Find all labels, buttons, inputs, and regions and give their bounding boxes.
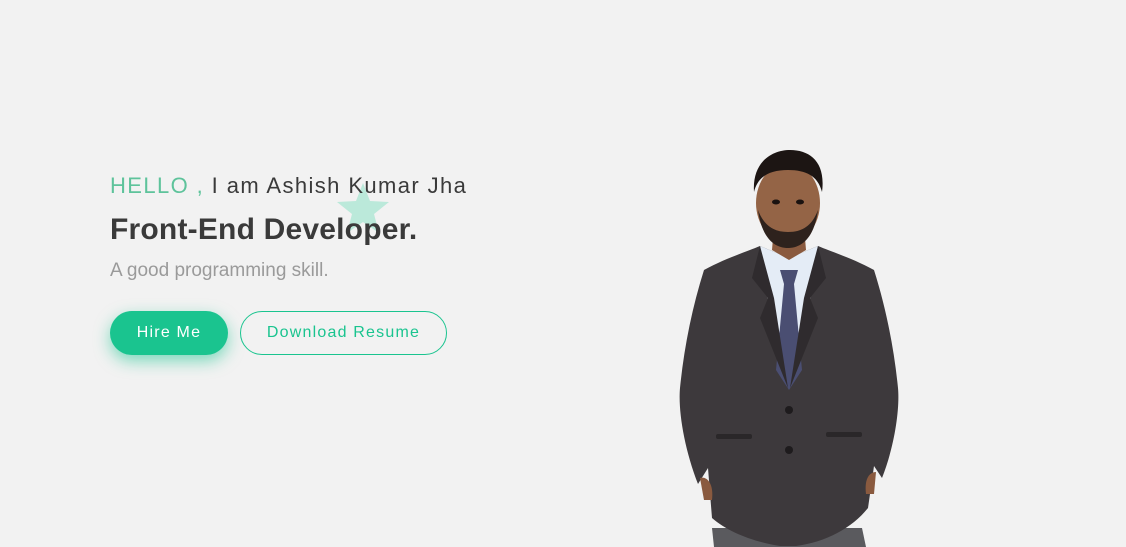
- tagline: A good programming skill.: [110, 260, 329, 281]
- profile-photo: [679, 150, 899, 547]
- greeting-line: HELLO , I am Ashish Kumar Jha: [110, 170, 570, 202]
- greeting-hello: HELLO ,: [110, 173, 205, 198]
- greeting-name: I am Ashish Kumar Jha: [204, 173, 468, 198]
- hire-me-button[interactable]: Hire Me: [110, 311, 228, 355]
- hero-section: HELLO , I am Ashish Kumar Jha Front-End …: [0, 0, 1126, 547]
- role-title: Front-End Developer.: [110, 213, 418, 246]
- intro-block: HELLO , I am Ashish Kumar Jha Front-End …: [110, 170, 570, 284]
- download-resume-button[interactable]: Download Resume: [240, 311, 447, 355]
- hero-actions: Hire Me Download Resume: [110, 311, 447, 355]
